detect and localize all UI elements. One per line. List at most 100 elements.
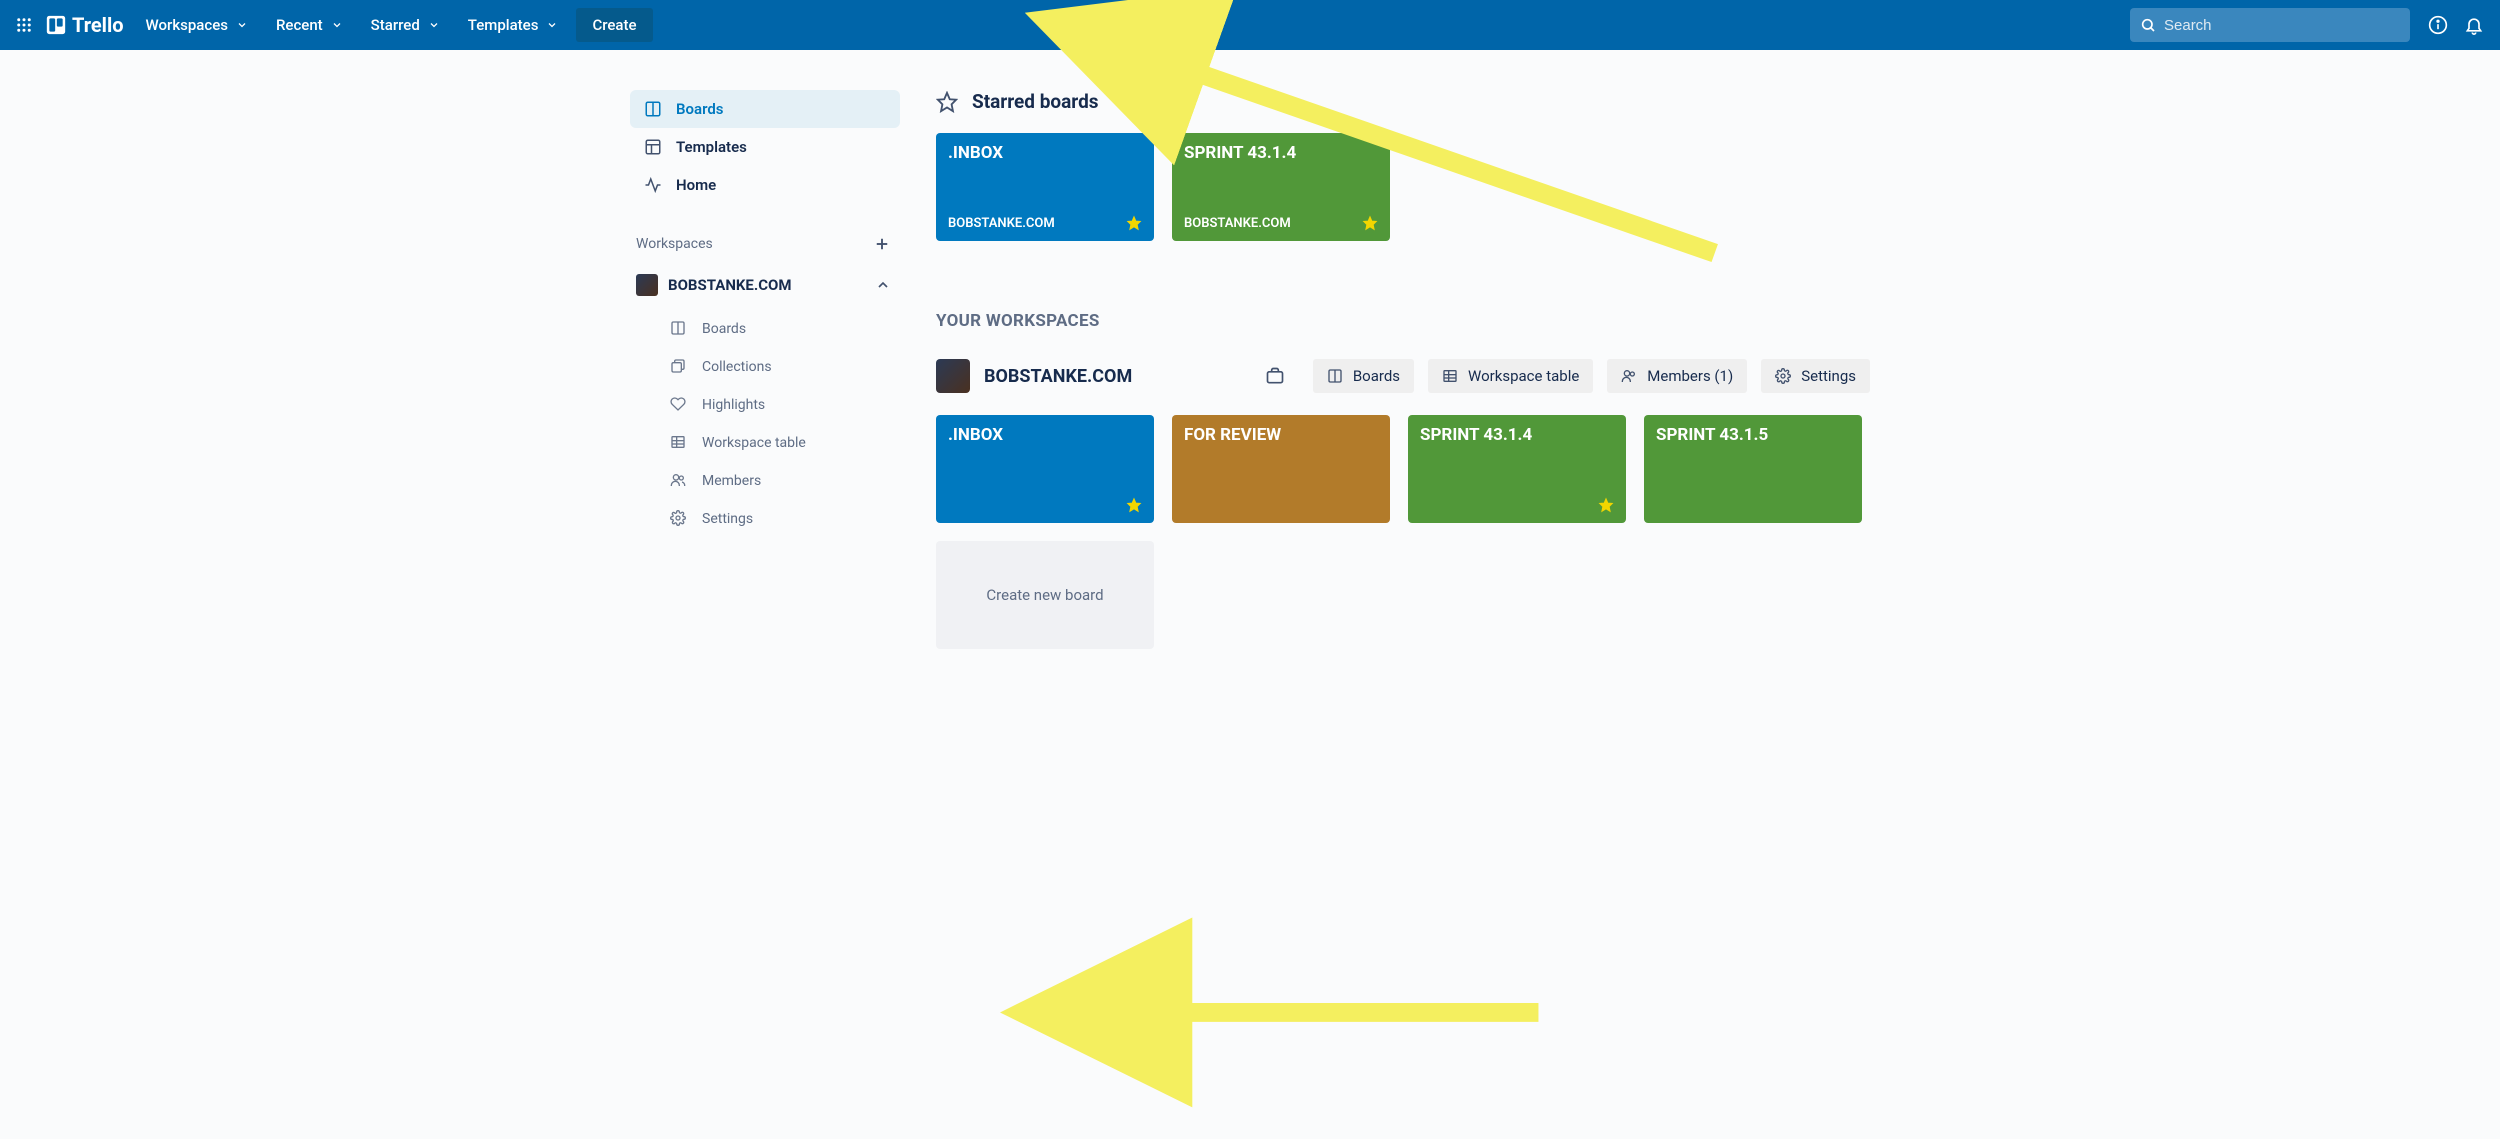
sidebar-item-label: Templates bbox=[676, 138, 747, 156]
bell-icon bbox=[2464, 15, 2484, 35]
ws-boards-button[interactable]: Boards bbox=[1313, 359, 1414, 393]
menu-label: Templates bbox=[468, 16, 539, 34]
sidebar-sub-collections[interactable]: Collections bbox=[630, 348, 900, 386]
board-title: .INBOX bbox=[948, 143, 1142, 163]
template-icon bbox=[644, 138, 662, 156]
workspace-name: BOBSTANKE.COM bbox=[668, 276, 792, 294]
create-button[interactable]: Create bbox=[576, 8, 652, 42]
workspace-bar: BOBSTANKE.COM Boards Workspace table Mem… bbox=[936, 359, 1870, 393]
board-card-sprint-4315[interactable]: SPRINT 43.1.5 bbox=[1644, 415, 1862, 523]
members-icon bbox=[670, 472, 688, 490]
ws-btn-label: Settings bbox=[1801, 367, 1856, 385]
sidebar-sub-label: Boards bbox=[702, 321, 746, 337]
board-title: SPRINT 43.1.4 bbox=[1184, 143, 1378, 163]
search-input[interactable] bbox=[2130, 8, 2410, 42]
create-tile-label: Create new board bbox=[986, 586, 1103, 604]
sidebar-sub-label: Highlights bbox=[702, 397, 765, 413]
menu-workspaces[interactable]: Workspaces bbox=[132, 10, 262, 40]
sidebar-sub-members[interactable]: Members bbox=[630, 462, 900, 500]
board-card-sprint-4314[interactable]: SPRINT 43.1.4 BOBSTANKE.COM bbox=[1172, 133, 1390, 241]
menu-label: Recent bbox=[276, 16, 323, 34]
trello-brand-icon bbox=[46, 15, 66, 35]
board-icon bbox=[644, 100, 662, 118]
sidebar-workspace-sublist: Boards Collections Highlights Workspace … bbox=[630, 310, 900, 538]
board-card-inbox[interactable]: .INBOX BOBSTANKE.COM bbox=[936, 133, 1154, 241]
your-workspaces-heading: YOUR WORKSPACES bbox=[936, 311, 1870, 331]
create-new-board-tile[interactable]: Create new board bbox=[936, 541, 1154, 649]
plus-icon bbox=[873, 235, 891, 253]
workspace-bar-name: BOBSTANKE.COM bbox=[984, 366, 1132, 387]
workspace-boards-row: .INBOX FOR REVIEW SPRINT 43.1.4 bbox=[936, 415, 1870, 649]
ws-btn-label: Members (1) bbox=[1647, 367, 1733, 385]
board-icon bbox=[670, 320, 688, 338]
sidebar-sub-highlights[interactable]: Highlights bbox=[630, 386, 900, 424]
trello-logo[interactable]: Trello bbox=[46, 13, 124, 37]
sidebar-workspace-toggle[interactable]: BOBSTANKE.COM bbox=[630, 266, 900, 304]
board-subtitle: BOBSTANKE.COM bbox=[948, 216, 1055, 231]
sidebar-sub-workspace-table[interactable]: Workspace table bbox=[630, 424, 900, 462]
menu-label: Starred bbox=[371, 16, 420, 34]
pulse-icon bbox=[644, 176, 662, 194]
sidebar-item-templates[interactable]: Templates bbox=[630, 128, 900, 166]
briefcase-icon bbox=[1265, 366, 1285, 386]
sidebar-sub-label: Members bbox=[702, 473, 761, 489]
page-body: Boards Templates Home Workspaces bbox=[0, 50, 2500, 709]
section-title-text: Starred boards bbox=[972, 90, 1099, 113]
add-workspace-button[interactable] bbox=[870, 232, 894, 256]
board-subtitle: BOBSTANKE.COM bbox=[1184, 216, 1291, 231]
sidebar-sub-label: Collections bbox=[702, 359, 772, 375]
sidebar-item-home[interactable]: Home bbox=[630, 166, 900, 204]
search-icon bbox=[2140, 17, 2156, 33]
workspace-avatar bbox=[636, 274, 658, 296]
board-title: FOR REVIEW bbox=[1184, 425, 1378, 445]
board-card-inbox[interactable]: .INBOX bbox=[936, 415, 1154, 523]
star-filled-icon[interactable] bbox=[1126, 497, 1142, 513]
sidebar-item-boards[interactable]: Boards bbox=[630, 90, 900, 128]
ws-members-button[interactable]: Members (1) bbox=[1607, 359, 1747, 393]
menu-recent[interactable]: Recent bbox=[262, 10, 357, 40]
main-content: Starred boards .INBOX BOBSTANKE.COM SPRI… bbox=[936, 90, 1870, 649]
starred-heading: Starred boards bbox=[936, 90, 1870, 113]
table-icon bbox=[1442, 368, 1458, 384]
starred-boards-row: .INBOX BOBSTANKE.COM SPRINT 43.1.4 BOBST… bbox=[936, 133, 1870, 241]
sidebar-sub-boards[interactable]: Boards bbox=[630, 310, 900, 348]
menu-templates[interactable]: Templates bbox=[454, 10, 573, 40]
sidebar-item-label: Boards bbox=[676, 100, 723, 118]
star-filled-icon[interactable] bbox=[1126, 215, 1142, 231]
chevron-down-icon bbox=[546, 19, 558, 31]
search-container bbox=[2130, 8, 2410, 42]
sidebar-sub-label: Settings bbox=[702, 511, 753, 527]
apps-switcher-button[interactable] bbox=[8, 9, 40, 41]
sidebar-item-label: Home bbox=[676, 176, 716, 194]
star-filled-icon[interactable] bbox=[1598, 497, 1614, 513]
menu-starred[interactable]: Starred bbox=[357, 10, 454, 40]
info-button[interactable] bbox=[2422, 9, 2454, 41]
info-icon bbox=[2428, 15, 2448, 35]
star-filled-icon[interactable] bbox=[1362, 215, 1378, 231]
menu-label: Workspaces bbox=[146, 16, 228, 34]
board-title: .INBOX bbox=[948, 425, 1142, 445]
board-card-for-review[interactable]: FOR REVIEW bbox=[1172, 415, 1390, 523]
workspace-avatar bbox=[936, 359, 970, 393]
heart-icon bbox=[670, 396, 688, 414]
sidebar: Boards Templates Home Workspaces bbox=[630, 90, 900, 649]
notifications-button[interactable] bbox=[2458, 9, 2490, 41]
sidebar-sub-settings[interactable]: Settings bbox=[630, 500, 900, 538]
chevron-down-icon bbox=[236, 19, 248, 31]
topbar: Trello Workspaces Recent Starred Templat… bbox=[0, 0, 2500, 50]
ws-settings-button[interactable]: Settings bbox=[1761, 359, 1870, 393]
board-icon bbox=[1327, 368, 1343, 384]
brand-label: Trello bbox=[72, 13, 124, 37]
sidebar-sub-label: Workspace table bbox=[702, 435, 806, 451]
apps-grid-icon bbox=[15, 16, 33, 34]
sidebar-workspaces-header: Workspaces bbox=[630, 232, 900, 266]
chevron-down-icon bbox=[428, 19, 440, 31]
board-card-sprint-4314[interactable]: SPRINT 43.1.4 bbox=[1408, 415, 1626, 523]
chevron-down-icon bbox=[331, 19, 343, 31]
collection-icon bbox=[670, 358, 688, 376]
board-title: SPRINT 43.1.4 bbox=[1420, 425, 1614, 445]
ws-btn-label: Workspace table bbox=[1468, 367, 1579, 385]
ws-table-button[interactable]: Workspace table bbox=[1428, 359, 1593, 393]
ws-btn-label: Boards bbox=[1353, 367, 1400, 385]
table-icon bbox=[670, 434, 688, 452]
